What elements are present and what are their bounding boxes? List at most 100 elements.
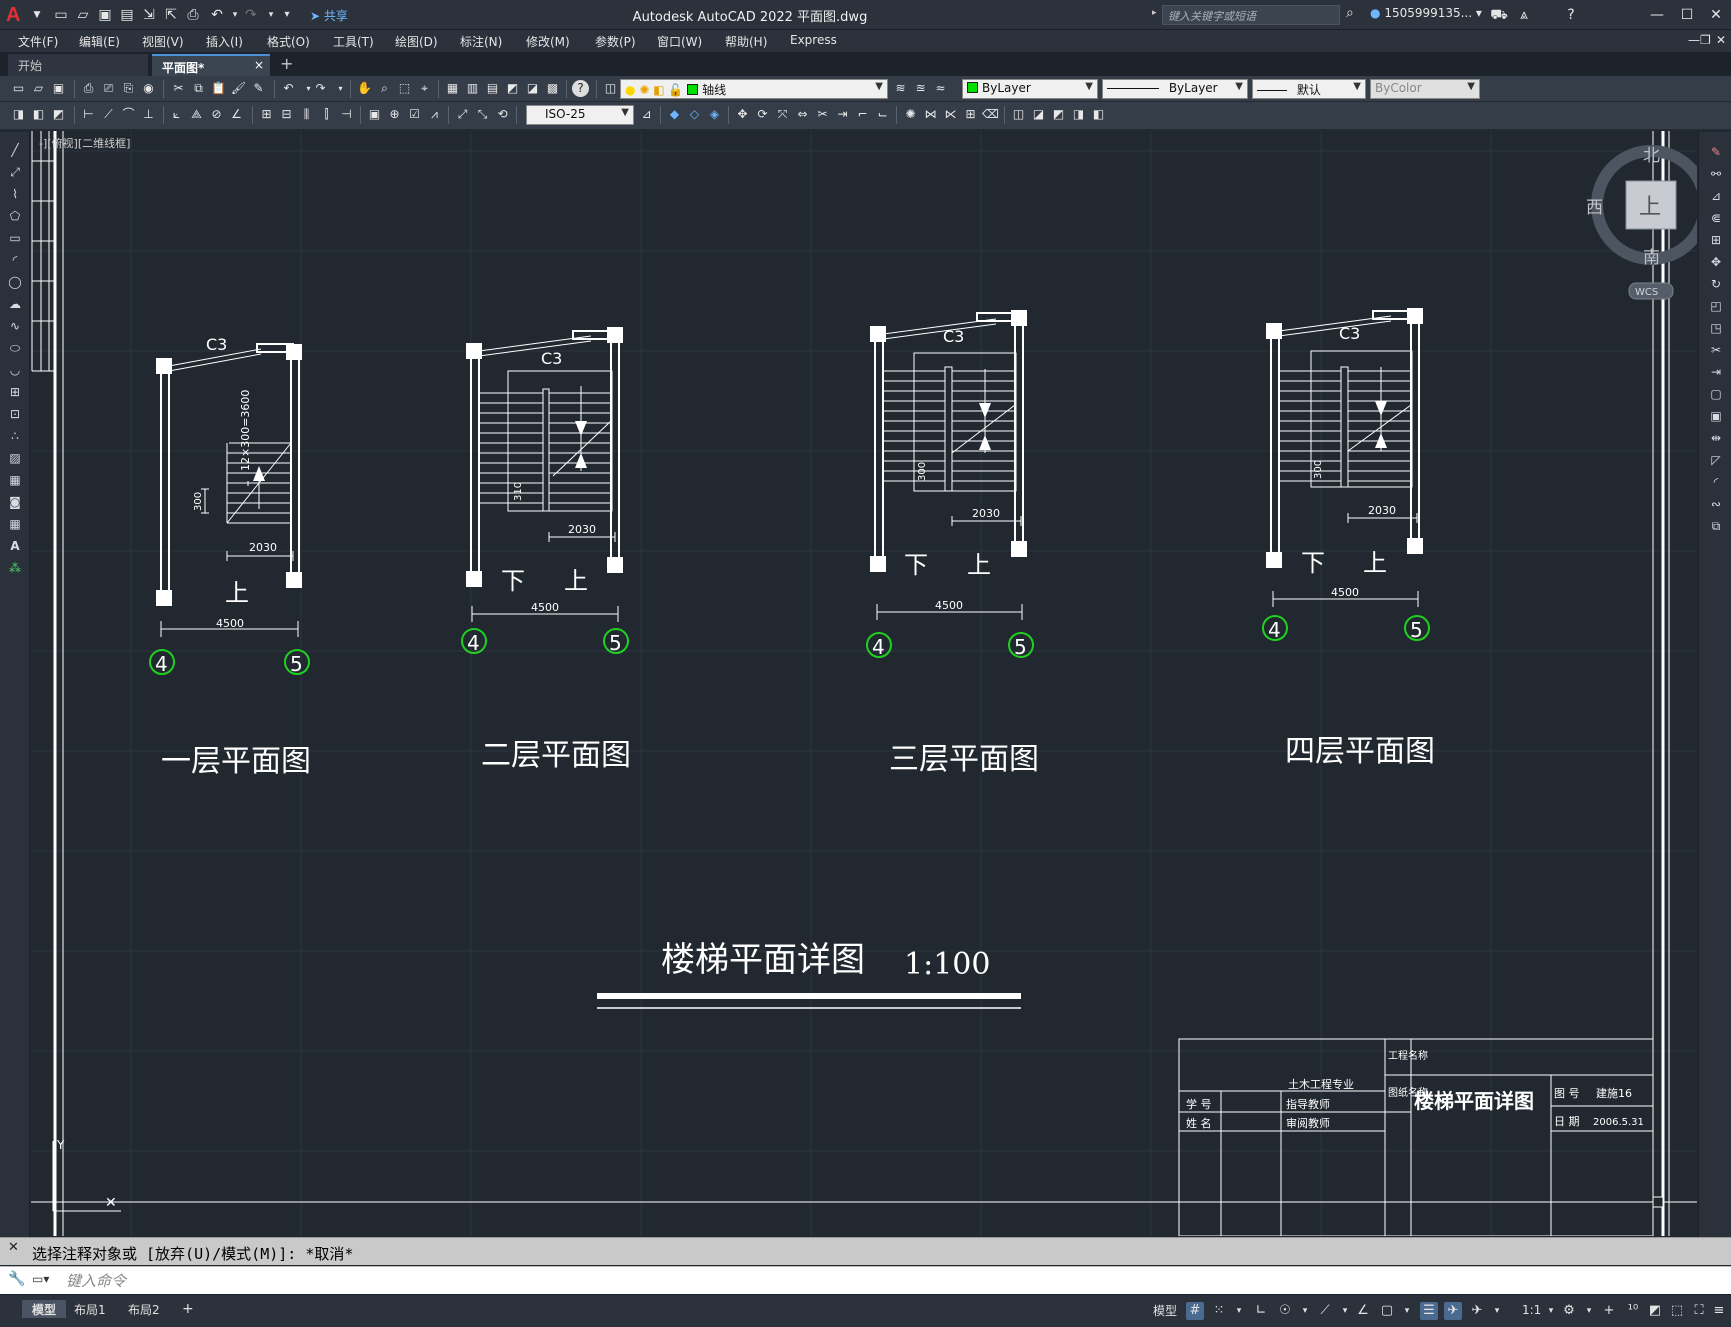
scale-icon[interactable]: ◰ <box>1708 298 1724 314</box>
sheet-set-icon[interactable]: ◩ <box>504 80 521 97</box>
menu-file[interactable]: 文件(F) <box>18 33 58 50</box>
autodesk-app-icon[interactable]: ⩓ <box>1515 6 1533 24</box>
annotation-monitor-icon[interactable]: + <box>1600 1302 1618 1320</box>
search-expand-icon[interactable]: ▸ <box>1152 8 1157 18</box>
lineweight-icon[interactable]: ☰ <box>1420 1302 1438 1320</box>
customize-status-icon[interactable]: ≡ <box>1710 1302 1728 1320</box>
paste-icon[interactable]: 📋 <box>210 80 227 97</box>
tolerance-icon[interactable]: ▣ <box>366 106 383 123</box>
object-snap-tracking-icon[interactable]: ∠ <box>1354 1302 1372 1320</box>
grid-icon[interactable]: # <box>1186 1302 1204 1320</box>
doc-restore-icon[interactable]: ❐ <box>1700 33 1711 47</box>
dimstyle-dropdown[interactable]: ISO-25 ▼ <box>526 105 634 125</box>
polyline-icon[interactable]: ⌇ <box>7 186 23 202</box>
chamfer-icon[interactable]: ◸ <box>1708 452 1724 468</box>
object-snap-dropdown-icon[interactable]: ▾ <box>1398 1302 1416 1320</box>
jogged-linear-icon[interactable]: ⩘ <box>426 106 443 123</box>
gradient-icon[interactable]: ▦ <box>7 472 23 488</box>
menu-express[interactable]: Express <box>790 33 837 47</box>
copy-icon[interactable]: ⚯ <box>1708 166 1724 182</box>
tab-floor-plan[interactable]: 平面图* × <box>152 54 270 76</box>
customize-qat-icon[interactable]: ▾ <box>278 6 296 24</box>
stretch-icon[interactable]: ◳ <box>1708 320 1724 336</box>
insert-block-icon[interactable]: ⊞ <box>7 384 23 400</box>
cart-icon[interactable]: ⛟ <box>1490 6 1508 24</box>
plot-icon[interactable]: ⎙ <box>184 6 202 24</box>
diameter-dim-icon[interactable]: ⊘ <box>208 106 225 123</box>
rotate-icon[interactable]: ⟳ <box>754 106 771 123</box>
menu-draw[interactable]: 绘图(D) <box>395 33 438 50</box>
blend-curves-icon[interactable]: ∾ <box>1708 496 1724 512</box>
menu-window[interactable]: 窗口(W) <box>657 33 702 50</box>
isodraft-dropdown-icon[interactable]: ▾ <box>1336 1302 1354 1320</box>
arc-icon[interactable]: ◜ <box>7 252 23 268</box>
plotstyle-dropdown[interactable]: ByColor ▼ <box>1370 79 1480 99</box>
menu-edit[interactable]: 编辑(E) <box>79 33 120 50</box>
radius-dim-icon[interactable]: ⟀ <box>168 106 185 123</box>
search-input[interactable]: 键入关键字或短语 <box>1162 5 1340 25</box>
dim-edit-icon[interactable]: ⤢ <box>454 106 471 123</box>
multiline-text-icon[interactable]: A <box>7 538 23 554</box>
calculator-icon[interactable]: ▩ <box>544 80 561 97</box>
break-icon[interactable]: ▣ <box>1708 408 1724 424</box>
snap-dropdown-icon[interactable]: ▾ <box>1230 1302 1248 1320</box>
table-icon[interactable]: ▦ <box>7 516 23 532</box>
copy-object-icon[interactable]: ◆ <box>666 106 683 123</box>
menu-tools[interactable]: 工具(T) <box>333 33 374 50</box>
design-center-icon[interactable]: ▥ <box>464 80 481 97</box>
save-icon[interactable]: ▣ <box>96 6 114 24</box>
help-icon[interactable]: ? <box>1562 6 1580 24</box>
aligned-dim-icon[interactable]: ⟋ <box>100 106 117 123</box>
continue-dim-icon[interactable]: ⫼ <box>298 106 315 123</box>
ellipse-arc-icon[interactable]: ◡ <box>7 362 23 378</box>
drawing-canvas[interactable]: Y ✕ C3 12×300=3600 300 2030 上 4500 一层平面图… <box>31 131 1697 1236</box>
construction-line-icon[interactable]: ⤢ <box>7 164 23 180</box>
zoom-previous-icon[interactable]: ⌖ <box>416 80 433 97</box>
ungroup-icon[interactable]: ◪ <box>1030 106 1047 123</box>
layout-tab-model[interactable]: 模型 <box>22 1300 67 1318</box>
ellipse-icon[interactable]: ⬭ <box>7 340 23 356</box>
spline-icon[interactable]: ∿ <box>7 318 23 334</box>
doc-close-icon[interactable]: ✕ <box>1716 33 1726 47</box>
group-icon[interactable]: ◫ <box>1010 106 1027 123</box>
rotate-icon[interactable]: ↻ <box>1708 276 1724 292</box>
command-input[interactable] <box>66 1271 1706 1291</box>
revision-cloud-icon[interactable]: ☁ <box>7 296 23 312</box>
help-icon[interactable]: ? <box>572 80 589 97</box>
app-menu-chevron-icon[interactable]: ▼ <box>28 6 46 24</box>
rectangle-icon[interactable]: ▭ <box>7 230 23 246</box>
move-icon[interactable]: ✥ <box>734 106 751 123</box>
send-back-icon[interactable]: ◧ <box>1090 106 1107 123</box>
new-icon[interactable]: ▭ <box>10 80 27 97</box>
region-icon[interactable]: ◙ <box>7 494 23 510</box>
workspace-gear-icon[interactable]: ⚙ <box>1560 1302 1578 1320</box>
offset-icon[interactable]: ◈ <box>706 106 723 123</box>
point-icon[interactable]: ∴ <box>7 428 23 444</box>
fillet-icon[interactable]: ◜ <box>1708 474 1724 490</box>
polar-icon[interactable]: ☉ <box>1276 1302 1294 1320</box>
menu-view[interactable]: 视图(V) <box>142 33 184 50</box>
menu-help[interactable]: 帮助(H) <box>725 33 767 50</box>
annotation-scale-dropdown-icon[interactable]: ▾ <box>1542 1302 1560 1320</box>
layout-tab-1[interactable]: 布局1 <box>64 1300 116 1318</box>
array-icon[interactable]: ⊞ <box>1708 232 1724 248</box>
save-icon[interactable]: ▣ <box>50 80 67 97</box>
polygon-icon[interactable]: ⬠ <box>7 208 23 224</box>
open-icon[interactable]: ▱ <box>30 80 47 97</box>
draw-order-icon[interactable]: ◩ <box>1050 106 1067 123</box>
tab-close-icon[interactable]: × <box>254 58 264 72</box>
3d-print-icon[interactable]: ◉ <box>140 80 157 97</box>
tab-start[interactable]: 开始 <box>8 54 148 76</box>
viewcube[interactable]: 上 北 南 东 西 WCS <box>1571 141 1697 331</box>
redo-icon[interactable]: ↷ <box>242 6 260 24</box>
tool-palettes-icon[interactable]: ▤ <box>484 80 501 97</box>
match-properties-icon[interactable]: 🖌 <box>230 80 247 97</box>
erase-icon[interactable]: ⌫ <box>982 106 999 123</box>
baseline-dim-icon[interactable]: ⊟ <box>278 106 295 123</box>
stretch-icon[interactable]: ⇔ <box>794 106 811 123</box>
make-current-layer-icon[interactable]: ≋ <box>892 80 909 97</box>
add-selected-icon[interactable]: ⁂ <box>7 560 23 576</box>
join-icon[interactable]: ⇹ <box>1708 430 1724 446</box>
import-icon[interactable]: ⇲ <box>140 6 158 24</box>
mirror-icon[interactable]: ⊿ <box>1708 188 1724 204</box>
